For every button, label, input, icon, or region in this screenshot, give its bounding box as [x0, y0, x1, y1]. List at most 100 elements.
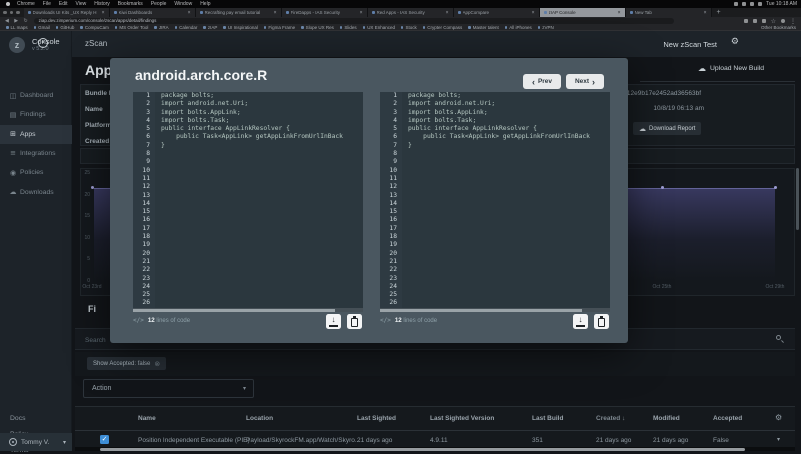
tab-close-icon[interactable]: × — [704, 10, 707, 16]
bookmark-gmail[interactable]: Gmail — [34, 25, 50, 30]
browser-tab-downloads-ui-kits-ux-reply-h[interactable]: Downloads UI Kits _UX Reply H× — [24, 8, 110, 17]
bookmark-zvpn[interactable]: zVPN — [538, 25, 554, 30]
horizontal-scrollbar[interactable] — [75, 447, 795, 451]
status-icon[interactable] — [734, 2, 738, 6]
bookmark-ziap[interactable]: zIAP — [203, 25, 217, 30]
sidebar-user-menu[interactable]: Tommy V. ▾ — [0, 433, 72, 451]
status-icon[interactable] — [758, 2, 762, 6]
menu-item-bookmarks[interactable]: Bookmarks — [118, 1, 143, 7]
tab-close-icon[interactable]: × — [360, 10, 363, 16]
sidebar-item-findings[interactable]: ▤Findings — [0, 105, 72, 124]
address-bar[interactable]: ziap.dev.zimperium.com/console/zscan/app… — [34, 18, 674, 24]
account-avatar-icon[interactable] — [38, 38, 48, 48]
menu-item-view[interactable]: View — [75, 1, 86, 7]
bookmark-compucam[interactable]: CompuCam — [80, 25, 109, 30]
column-header-last-sighted[interactable]: Last Sighted — [357, 415, 396, 422]
code-hscrollbar[interactable] — [380, 308, 610, 312]
extension-icon[interactable] — [753, 19, 757, 23]
apple-menu-icon[interactable] — [6, 2, 10, 6]
column-header-last-sighted-version[interactable]: Last Sighted Version — [430, 415, 494, 422]
column-header-last-build[interactable]: Last Build — [532, 415, 563, 422]
column-header-location[interactable]: Location — [246, 415, 273, 422]
menu-item-window[interactable]: Window — [174, 1, 192, 7]
browser-tab-ziap-console[interactable]: zIAP Console× — [540, 8, 626, 17]
bookmark-ui-inspirational[interactable]: UI Inspirational — [223, 25, 258, 30]
search-icon[interactable] — [776, 335, 781, 340]
bookmark-ms-order-tool[interactable]: MS Order Tool — [115, 25, 148, 30]
vertical-scrollbar-thumb[interactable] — [796, 168, 799, 230]
table-settings-gear-icon[interactable]: ⚙ — [775, 413, 782, 422]
extension-icon[interactable] — [744, 19, 748, 23]
other-bookmarks[interactable]: Other Bookmarks — [761, 25, 801, 30]
column-header-name[interactable]: Name — [138, 415, 156, 422]
show-accepted-filter-chip[interactable]: Show Accepted: false ⊗ — [87, 357, 166, 370]
menu-item-history[interactable]: History — [94, 1, 110, 7]
row-expand-chevron-icon[interactable]: ▾ — [777, 436, 780, 443]
scrollbar-thumb[interactable] — [100, 448, 745, 451]
tab-close-icon[interactable]: × — [532, 10, 535, 16]
menu-item-edit[interactable]: Edit — [59, 1, 68, 7]
bookmark-stock[interactable]: Stock — [401, 25, 417, 30]
sidebar-item-apps[interactable]: ⊞Apps — [0, 125, 72, 144]
column-header-accepted[interactable]: Accepted — [713, 415, 742, 422]
menu-item-people[interactable]: People — [151, 1, 167, 7]
bookmark-ux-enhanced[interactable]: UX Enhanced — [363, 25, 395, 30]
scrollbar-thumb[interactable] — [133, 309, 335, 312]
tab-close-icon[interactable]: × — [274, 10, 277, 16]
window-zoom-button[interactable] — [16, 11, 20, 15]
upload-new-build-button[interactable]: ☁ Upload New Build — [698, 61, 764, 76]
bookmark-jira[interactable]: JIRA — [154, 25, 168, 30]
next-button[interactable]: Next › — [566, 74, 604, 89]
copy-code-button[interactable] — [594, 314, 609, 329]
tab-close-icon[interactable]: × — [618, 10, 621, 16]
bookmark-all-iphones[interactable]: All iPhones — [505, 25, 532, 30]
menu-item-file[interactable]: File — [43, 1, 51, 7]
status-icon[interactable] — [750, 2, 754, 6]
browser-tab-firedapps-ias-security[interactable]: FireDapps - IAS Security× — [282, 8, 368, 17]
bookmark-figma-frame[interactable]: Figma Frame — [264, 25, 295, 30]
bookmark-ll-maps[interactable]: LL maps — [6, 25, 28, 30]
bookmark-github[interactable]: GitHub — [56, 25, 75, 30]
window-minimize-button[interactable] — [10, 11, 14, 15]
code-hscrollbar[interactable] — [133, 308, 363, 312]
bookmark-crypter-compass[interactable]: Crypter Compass — [423, 25, 463, 30]
tab-close-icon[interactable]: × — [102, 10, 105, 16]
bookmark-master-talent[interactable]: Master talent — [468, 25, 499, 30]
browser-tab-kiwi-dashboards[interactable]: Kiwi Dashboards× — [110, 8, 196, 17]
bookmark-calendar[interactable]: Calendar — [175, 25, 198, 30]
sidebar-item-policies[interactable]: ◉Policies — [0, 163, 72, 182]
prev-button[interactable]: ‹ Prev — [523, 74, 561, 89]
column-header-created[interactable]: Created ↓ — [596, 415, 625, 422]
remove-filter-icon[interactable]: ⊗ — [154, 360, 160, 368]
browser-tab-red-apps-ias-security[interactable]: Red Apps - IAS Security× — [368, 8, 454, 17]
row-checkbox[interactable]: ✓ — [100, 435, 109, 444]
settings-gear-icon[interactable]: ⚙ — [731, 37, 739, 47]
sidebar-item-dashboard[interactable]: ◫Dashboard — [0, 86, 72, 105]
browser-tab-new-tab[interactable]: New Tab× — [626, 8, 712, 17]
menu-item-help[interactable]: Help — [200, 1, 210, 7]
new-tab-button[interactable]: + — [712, 9, 726, 16]
extension-icon[interactable] — [762, 19, 766, 23]
tab-close-icon[interactable]: × — [446, 10, 449, 16]
browser-nav-buttons[interactable]: ◀ ▶ ↻ — [5, 18, 30, 24]
bookmark-slides[interactable]: Slides — [340, 25, 357, 30]
bookmark-slope-ux-res[interactable]: Slope UX Res — [301, 25, 334, 30]
status-icon[interactable] — [742, 2, 746, 6]
profile-icon[interactable] — [781, 19, 785, 23]
scrollbar-thumb[interactable] — [380, 309, 582, 312]
download-report-button[interactable]: ☁ Download Report — [633, 122, 701, 135]
download-code-button[interactable]: ↓ — [573, 314, 588, 329]
code-panel-left[interactable]: 1234567891011121314151617181920212223242… — [133, 92, 363, 308]
sidebar-item-integrations[interactable]: ≡Integrations — [0, 144, 72, 163]
tab-close-icon[interactable]: × — [188, 10, 191, 16]
copy-code-button[interactable] — [347, 314, 362, 329]
window-close-button[interactable] — [3, 11, 7, 15]
download-code-button[interactable]: ↓ — [326, 314, 341, 329]
code-panel-right[interactable]: 1234567891011121314151617181920212223242… — [380, 92, 610, 308]
browser-tab-recrafting-pay-email-tutorial[interactable]: Recrafting pay email tutorial× — [196, 8, 282, 17]
browser-tab-appcompare[interactable]: AppCompare× — [454, 8, 540, 17]
sidebar-item-downloads[interactable]: ☁Downloads — [0, 183, 72, 202]
bookmark-star-icon[interactable]: ☆ — [771, 18, 776, 25]
column-header-modified[interactable]: Modified — [653, 415, 680, 422]
sidebar-link-docs[interactable]: Docs — [10, 415, 26, 422]
